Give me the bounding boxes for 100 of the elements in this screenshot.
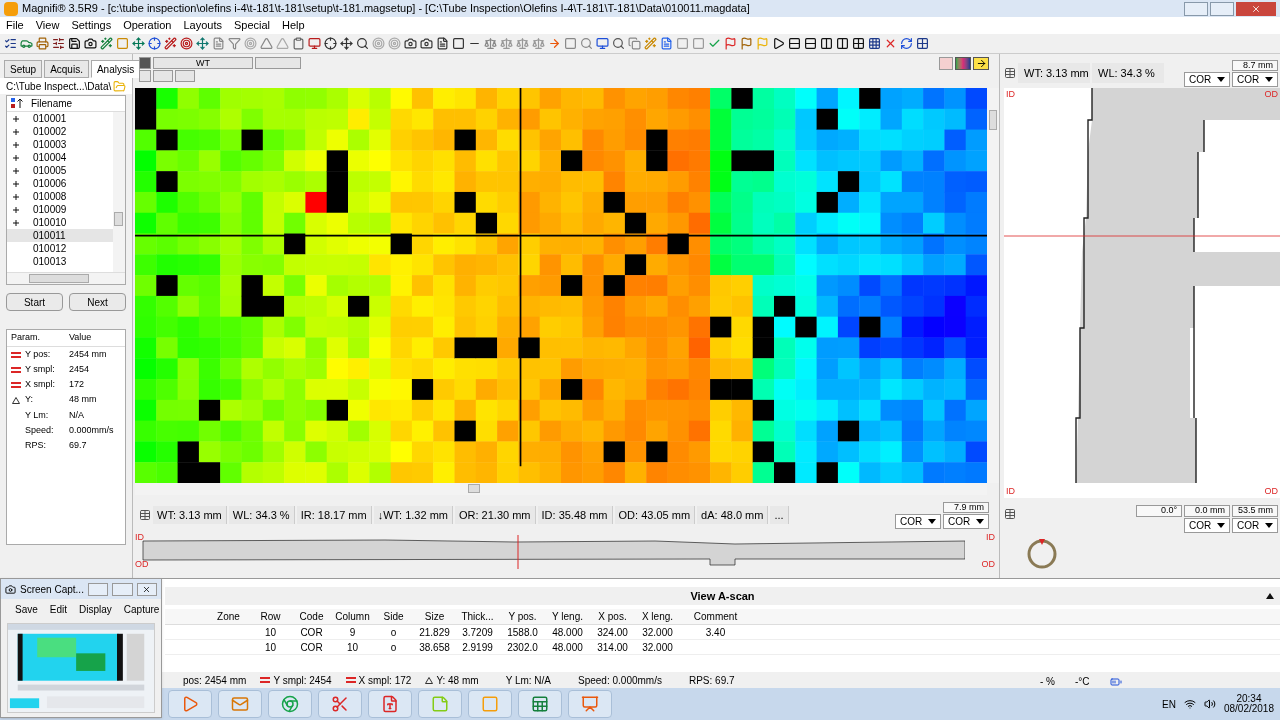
wifi-icon[interactable] bbox=[1183, 698, 1196, 710]
vertical-scrollbar[interactable] bbox=[113, 112, 125, 272]
play-icon[interactable] bbox=[772, 37, 785, 50]
save-icon[interactable] bbox=[68, 37, 81, 50]
mail-icon[interactable] bbox=[218, 690, 262, 718]
monitor-icon[interactable] bbox=[308, 37, 321, 50]
grid-icon[interactable] bbox=[916, 37, 929, 50]
list-row[interactable]: 010010 bbox=[7, 216, 113, 229]
move-icon[interactable] bbox=[340, 37, 353, 50]
presentation-icon[interactable] bbox=[568, 690, 612, 718]
column-header[interactable]: Column bbox=[332, 609, 373, 624]
column-header[interactable]: X leng. bbox=[635, 609, 680, 624]
table-icon[interactable] bbox=[1004, 67, 1016, 79]
media-player-icon[interactable] bbox=[168, 690, 212, 718]
expand-icon[interactable] bbox=[13, 219, 19, 226]
nav-button[interactable]: Next bbox=[69, 293, 126, 311]
column-header[interactable]: Y pos. bbox=[500, 609, 545, 624]
menu-item[interactable]: Capture bbox=[123, 601, 160, 617]
dropdown[interactable]: COR bbox=[1184, 71, 1230, 87]
collapse-button[interactable] bbox=[139, 70, 151, 82]
tab[interactable] bbox=[153, 70, 173, 82]
value-field[interactable]: 0.0 mm bbox=[1184, 505, 1230, 517]
scale-icon[interactable] bbox=[516, 37, 529, 50]
expand-icon[interactable] bbox=[13, 193, 19, 200]
pdf-icon[interactable] bbox=[368, 690, 412, 718]
menu-item[interactable]: View bbox=[29, 17, 66, 34]
browser-icon[interactable] bbox=[268, 690, 312, 718]
column-header[interactable]: Comment bbox=[680, 609, 751, 624]
column-header[interactable]: Y leng. bbox=[545, 609, 590, 624]
column-header[interactable]: Row bbox=[250, 609, 291, 624]
list-row[interactable]: 010004 bbox=[7, 151, 113, 164]
expand-icon[interactable] bbox=[13, 115, 19, 122]
menu-item[interactable]: Help bbox=[276, 17, 311, 34]
move-icon[interactable] bbox=[132, 37, 145, 50]
grid-icon[interactable] bbox=[868, 37, 881, 50]
language-indicator[interactable]: EN bbox=[1162, 696, 1176, 712]
list-row[interactable]: 010001 bbox=[7, 112, 113, 125]
list-row[interactable]: 010002 bbox=[7, 125, 113, 138]
value-field[interactable]: 53.5 mm bbox=[1232, 505, 1278, 517]
menu-item[interactable]: Layouts bbox=[177, 17, 228, 34]
expand-icon[interactable] bbox=[13, 128, 19, 135]
dropdown[interactable]: COR bbox=[943, 513, 989, 529]
list-row[interactable]: 010005 bbox=[7, 164, 113, 177]
sort-icon[interactable] bbox=[11, 98, 23, 109]
column-header[interactable]: X pos. bbox=[590, 609, 635, 624]
range-field[interactable]: 8.7 mm bbox=[1232, 59, 1278, 71]
tab[interactable] bbox=[255, 57, 301, 69]
dropdown[interactable]: COR bbox=[1232, 71, 1278, 87]
move-icon[interactable] bbox=[196, 37, 209, 50]
search-icon[interactable] bbox=[612, 37, 625, 50]
marker-icon[interactable] bbox=[372, 37, 385, 50]
camera-icon[interactable] bbox=[84, 37, 97, 50]
crosshair-icon[interactable] bbox=[148, 37, 161, 50]
spreadsheet-icon[interactable] bbox=[518, 690, 562, 718]
expand-icon[interactable] bbox=[13, 154, 19, 161]
tab[interactable] bbox=[175, 70, 195, 82]
target-icon[interactable] bbox=[180, 37, 193, 50]
collapse-icon[interactable] bbox=[1266, 593, 1274, 599]
minimize-button[interactable] bbox=[87, 582, 109, 596]
columns-icon[interactable] bbox=[820, 37, 833, 50]
camera-icon[interactable] bbox=[404, 37, 417, 50]
column-header[interactable]: Thick... bbox=[455, 609, 500, 624]
list-row[interactable]: 010013 bbox=[7, 255, 113, 268]
close-icon[interactable] bbox=[884, 37, 897, 50]
dropdown[interactable]: COR bbox=[1232, 518, 1278, 533]
column-header[interactable]: Zone bbox=[207, 609, 250, 624]
tab[interactable]: Setup bbox=[4, 60, 43, 78]
scale-icon[interactable] bbox=[500, 37, 513, 50]
dropdown[interactable]: COR bbox=[895, 513, 941, 529]
table-icon[interactable] bbox=[1004, 508, 1016, 520]
range-field[interactable]: 7.9 mm bbox=[943, 501, 989, 513]
tab[interactable]: Acquis. bbox=[44, 60, 89, 78]
close-button[interactable] bbox=[136, 582, 157, 596]
clipboard-icon[interactable] bbox=[292, 37, 305, 50]
clock-date[interactable]: 08/02/2018 bbox=[1223, 704, 1274, 714]
horizontal-scrollbar[interactable] bbox=[7, 272, 125, 284]
menu-item[interactable]: File bbox=[0, 17, 30, 34]
restore-button[interactable] bbox=[1210, 1, 1234, 16]
expand-icon[interactable] bbox=[13, 206, 19, 213]
columns-icon[interactable] bbox=[836, 37, 849, 50]
column-header[interactable]: Size bbox=[414, 609, 455, 624]
volume-icon[interactable] bbox=[1203, 698, 1216, 710]
wand-icon[interactable] bbox=[100, 37, 113, 50]
wand-icon[interactable] bbox=[164, 37, 177, 50]
list-row[interactable]: 010006 bbox=[7, 177, 113, 190]
menu-item[interactable]: Save bbox=[15, 601, 38, 617]
menu-item[interactable]: Edit bbox=[49, 601, 68, 617]
rows-icon[interactable] bbox=[788, 37, 801, 50]
refresh-icon[interactable] bbox=[900, 37, 913, 50]
scissors-icon[interactable] bbox=[318, 690, 362, 718]
column-header[interactable]: Filename bbox=[31, 96, 73, 111]
list-row[interactable]: 010003 bbox=[7, 138, 113, 151]
flag-icon[interactable] bbox=[740, 37, 753, 50]
list-row[interactable]: 010009 bbox=[7, 203, 113, 216]
clock-time[interactable]: 20:34 bbox=[1236, 694, 1262, 704]
flag-icon[interactable] bbox=[724, 37, 737, 50]
filter-icon[interactable] bbox=[228, 37, 241, 50]
square-icon[interactable] bbox=[692, 37, 705, 50]
dropdown[interactable]: COR bbox=[1184, 518, 1230, 533]
expand-icon[interactable] bbox=[13, 141, 19, 148]
